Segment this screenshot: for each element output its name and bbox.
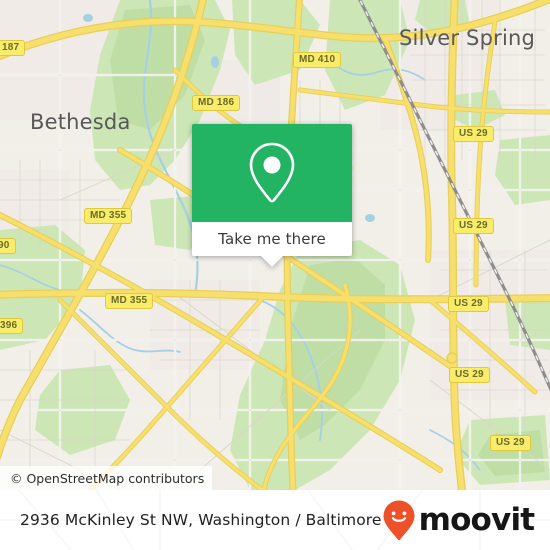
road-shield-us-29-1[interactable]: US 29 <box>453 126 494 142</box>
popup-tail-pointer <box>261 256 283 267</box>
road-shield-us-29-3[interactable]: US 29 <box>448 296 489 312</box>
map-pin-icon <box>249 142 295 203</box>
moovit-wordmark: moovit <box>418 501 536 538</box>
place-label-bethesda: Bethesda <box>30 110 131 134</box>
road-shield-md-186[interactable]: MD 186 <box>192 95 241 111</box>
popup-header <box>192 124 352 222</box>
road-shield-us-29-5[interactable]: US 29 <box>490 435 531 451</box>
moovit-logo[interactable]: moovit <box>382 499 535 541</box>
footer-bar: 2936 McKinley St NW, Washington / Baltim… <box>0 490 550 550</box>
map-screenshot: Silver Spring Bethesda 187 MD 410 MD 186… <box>0 0 550 550</box>
road-shield-187[interactable]: 187 <box>0 40 26 56</box>
road-shield-us-29-4[interactable]: US 29 <box>449 367 490 383</box>
place-label-silver-spring: Silver Spring <box>399 26 536 50</box>
attribution-text: © OpenStreetMap contributors <box>10 470 205 486</box>
road-shield-90[interactable]: 90 <box>0 238 16 254</box>
map-attribution[interactable]: © OpenStreetMap contributors <box>0 466 213 490</box>
road-shield-us-29-2[interactable]: US 29 <box>453 218 494 234</box>
road-shield-396[interactable]: 396 <box>0 318 24 334</box>
location-popup-card[interactable]: Take me there <box>192 124 352 267</box>
map-canvas[interactable]: Silver Spring Bethesda 187 MD 410 MD 186… <box>0 0 550 490</box>
moovit-pin-smiley-icon <box>383 500 415 540</box>
road-shield-md-410[interactable]: MD 410 <box>293 52 342 68</box>
take-me-there-button[interactable]: Take me there <box>192 222 352 267</box>
road-shield-md-355-1[interactable]: MD 355 <box>84 208 133 224</box>
road-shield-md-355-2[interactable]: MD 355 <box>105 293 154 309</box>
take-me-there-label: Take me there <box>218 230 326 248</box>
location-title: 2936 McKinley St NW, Washington / Baltim… <box>20 511 382 529</box>
